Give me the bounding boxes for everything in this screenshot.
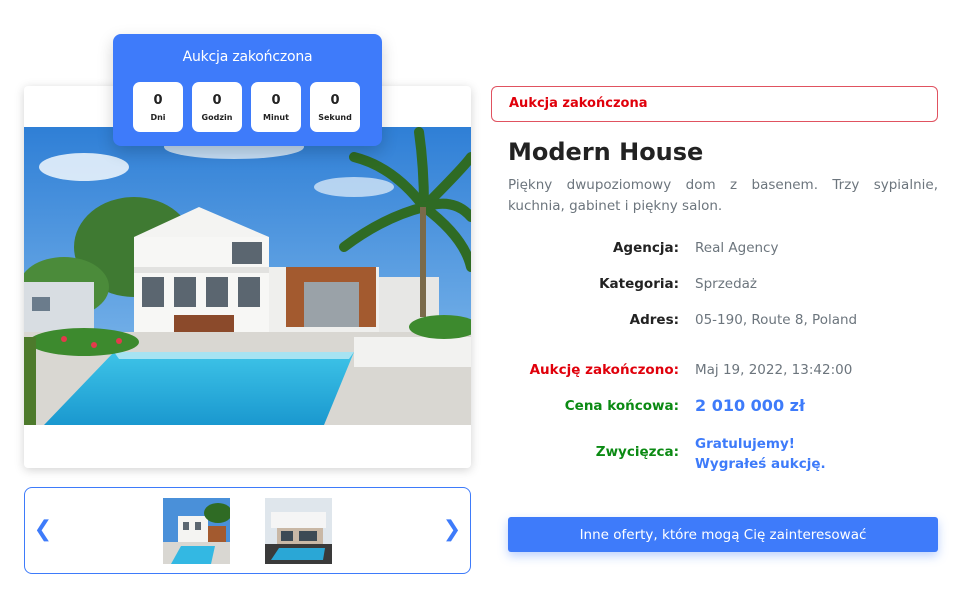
countdown-unit: Minut [263, 112, 289, 122]
detail-winner: Zwycięzca: Gratulujemy! Wygrałeś aukcję. [440, 436, 960, 484]
detail-label: Kategoria: [599, 276, 679, 292]
countdown-title: Aukcja zakończona [182, 49, 313, 65]
detail-category: Kategoria: Sprzedaż [440, 276, 960, 296]
detail-label: Adres: [629, 312, 679, 328]
detail-label: Cena końcowa: [564, 398, 679, 414]
winner-line-2: Wygrałeś aukcję. [695, 456, 826, 472]
chevron-right-icon[interactable]: ❯ [442, 518, 462, 542]
detail-label: Zwycięzca: [595, 444, 679, 460]
final-price-value: 2 010 000 zł [695, 396, 805, 415]
thumbnail-image [163, 498, 230, 564]
countdown-days: 0 Dni [133, 82, 183, 132]
detail-value: Sprzedaż [695, 276, 758, 292]
countdown-seconds: 0 Sekund [310, 82, 360, 132]
thumbnail-2[interactable] [265, 498, 332, 564]
countdown-hours: 0 Godzin [192, 82, 242, 132]
thumbnail-image [265, 498, 332, 564]
detail-label: Aukcję zakończono: [529, 362, 679, 378]
house-photo[interactable] [24, 127, 471, 425]
auction-countdown: Aukcja zakończona 0 Dni 0 Godzin 0 Minut… [113, 34, 382, 146]
countdown-unit: Sekund [318, 112, 352, 122]
countdown-unit: Dni [150, 112, 166, 122]
detail-value: Maj 19, 2022, 13:42:00 [695, 362, 853, 378]
detail-agency: Agencja: Real Agency [440, 240, 960, 260]
countdown-unit: Godzin [201, 112, 233, 122]
auction-status-alert: Aukcja zakończona [491, 86, 938, 122]
detail-auction-ended: Aukcję zakończono: Maj 19, 2022, 13:42:0… [440, 362, 960, 382]
property-description: Piękny dwupoziomowy dom z basenem. Trzy … [508, 177, 938, 214]
winner-message: Gratulujemy! Wygrałeś aukcję. [695, 434, 826, 474]
countdown-value: 0 [271, 92, 281, 108]
detail-address: Adres: 05-190, Route 8, Poland [440, 312, 960, 332]
countdown-value: 0 [153, 92, 163, 108]
chevron-left-icon[interactable]: ❮ [33, 518, 53, 542]
countdown-value: 0 [330, 92, 340, 108]
countdown-value: 0 [212, 92, 222, 108]
winner-line-1: Gratulujemy! [695, 436, 795, 452]
countdown-minutes: 0 Minut [251, 82, 301, 132]
detail-value: 05-190, Route 8, Poland [695, 312, 858, 328]
detail-label: Agencja: [612, 240, 679, 256]
property-title: Modern House [508, 138, 704, 166]
other-offers-button[interactable]: Inne oferty, które mogą Cię zainteresowa… [508, 517, 938, 552]
thumbnail-carousel: ❮ ❯ [24, 487, 471, 574]
thumbnail-1[interactable] [163, 498, 230, 564]
detail-final-price: Cena końcowa: 2 010 000 zł [440, 396, 960, 418]
detail-value: Real Agency [695, 240, 779, 256]
